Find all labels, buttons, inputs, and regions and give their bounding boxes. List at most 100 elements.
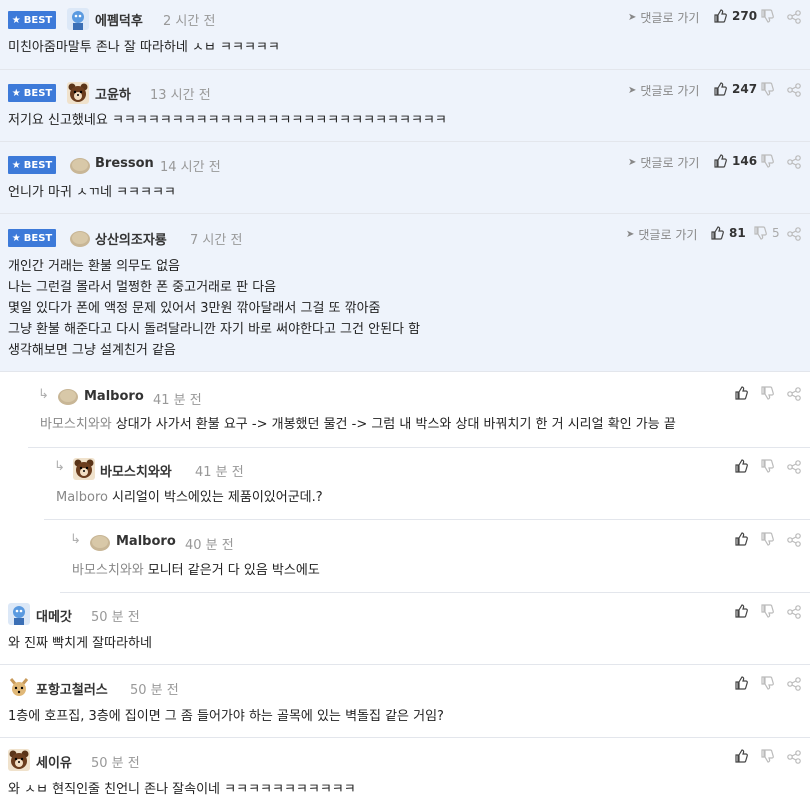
- mention[interactable]: 바모스치와와: [40, 417, 112, 432]
- avatar[interactable]: [8, 676, 30, 698]
- link-icon[interactable]: [787, 677, 801, 691]
- mention[interactable]: Malboro: [56, 490, 108, 505]
- nickname[interactable]: 세이유: [36, 752, 72, 771]
- upvote-button[interactable]: [734, 749, 753, 763]
- avatar[interactable]: [67, 8, 89, 30]
- timestamp: 50 분 전: [91, 610, 140, 625]
- go-to-comment-link[interactable]: ➤ 댓글로 가기: [628, 154, 699, 171]
- thumbs-down-icon: [760, 459, 774, 473]
- navigation-arrow-icon: ➤: [628, 12, 637, 23]
- downvote-button[interactable]: [760, 749, 779, 763]
- comment: 대메갓 50 분 전 와 진짜 빡치게 잘따라하네: [0, 593, 810, 665]
- comment-body: 저기요 신고했네요 ㅋㅋㅋㅋㅋㅋㅋㅋㅋㅋㅋㅋㅋㅋㅋㅋㅋㅋㅋㅋㅋㅋㅋㅋㅋㅋㅋㅋ: [8, 113, 447, 128]
- thumbs-down-icon: [760, 604, 774, 618]
- thumbs-up-icon: [734, 604, 748, 618]
- go-to-comment-link[interactable]: ➤ 댓글로 가기: [628, 9, 699, 26]
- downvote-button[interactable]: [760, 386, 779, 400]
- thumbs-up-icon: [734, 676, 748, 690]
- timestamp: 7 시간 전: [190, 233, 243, 248]
- nickname[interactable]: 상산의조자룡: [95, 229, 167, 248]
- go-to-comment-link[interactable]: ➤ 댓글로 가기: [626, 226, 697, 243]
- thumbs-up-icon: [713, 9, 727, 23]
- downvote-button[interactable]: [760, 9, 779, 23]
- upvote-button[interactable]: [734, 604, 753, 618]
- avatar[interactable]: [8, 749, 30, 771]
- avatar[interactable]: [73, 458, 95, 480]
- upvote-button[interactable]: 146: [713, 154, 757, 168]
- best-badge: ★ BEST: [8, 229, 56, 247]
- nickname[interactable]: 대메갓: [36, 606, 72, 625]
- reply-arrow-icon: ↳: [54, 459, 65, 474]
- comment: 세이유 50 분 전 와 ㅅㅂ 현직인줄 친언니 존나 잘속이네 ㅋㅋㅋㅋㅋㅋㅋ…: [0, 738, 810, 811]
- thumbs-down-icon: [760, 154, 774, 168]
- nickname[interactable]: 포항고철러스: [36, 679, 108, 698]
- timestamp: 40 분 전: [185, 538, 234, 553]
- avatar[interactable]: [89, 531, 111, 553]
- nickname[interactable]: 고윤하: [95, 84, 131, 103]
- avatar[interactable]: [57, 385, 79, 407]
- link-icon[interactable]: [787, 83, 801, 97]
- comment-body: 1층에 호프집, 3층에 집이면 그 좀 들어가야 하는 골목에 있는 벽돌집 …: [8, 709, 444, 724]
- avatar[interactable]: [69, 154, 91, 176]
- reply-arrow-icon: ↳: [38, 387, 49, 402]
- avatar[interactable]: [69, 227, 91, 249]
- nickname[interactable]: 에펨덕후: [95, 10, 143, 29]
- best-comment: ★ BEST Bresson 14 시간 전 ➤ 댓글로 가기 146 언니가 마귀…: [0, 142, 810, 214]
- thumbs-down-icon: [753, 226, 767, 240]
- timestamp: 50 분 전: [91, 756, 140, 771]
- thumbs-up-icon: [713, 82, 727, 96]
- comment-body: 개인간 거래는 환불 의무도 없음 나는 그런걸 몰라서 멀쩡한 폰 중고거래로…: [8, 259, 421, 358]
- navigation-arrow-icon: ➤: [628, 85, 637, 96]
- link-icon[interactable]: [787, 460, 801, 474]
- downvote-button[interactable]: [760, 532, 779, 546]
- upvote-button[interactable]: 247: [713, 82, 757, 96]
- upvote-button[interactable]: [734, 459, 753, 473]
- link-icon[interactable]: [787, 750, 801, 764]
- thumbs-up-icon: [734, 532, 748, 546]
- upvote-button[interactable]: [734, 532, 753, 546]
- downvote-button[interactable]: 5: [753, 226, 780, 240]
- mention[interactable]: 바모스치와와: [72, 563, 144, 578]
- downvote-button[interactable]: [760, 459, 779, 473]
- thumbs-up-icon: [734, 749, 748, 763]
- avatar[interactable]: [67, 82, 89, 104]
- timestamp: 50 분 전: [130, 683, 179, 698]
- best-badge: ★ BEST: [8, 84, 56, 102]
- timestamp: 13 시간 전: [150, 88, 211, 103]
- thumbs-up-icon: [734, 459, 748, 473]
- link-icon[interactable]: [787, 387, 801, 401]
- thumbs-up-icon: [734, 386, 748, 400]
- link-icon[interactable]: [787, 605, 801, 619]
- star-icon: ★: [11, 14, 21, 26]
- thumbs-down-icon: [760, 749, 774, 763]
- thumbs-down-icon: [760, 676, 774, 690]
- reply-comment: ↳ Malboro 40 분 전 바모스치와와 모니터 같은거 다 있음 박스에도: [60, 520, 810, 593]
- upvote-button[interactable]: 81: [710, 226, 746, 240]
- downvote-button[interactable]: [760, 676, 779, 690]
- thumbs-down-icon: [760, 9, 774, 23]
- nickname[interactable]: 바모스치와와: [100, 461, 172, 480]
- nickname[interactable]: Bresson: [95, 156, 154, 171]
- link-icon[interactable]: [787, 10, 801, 24]
- navigation-arrow-icon: ➤: [628, 157, 637, 168]
- upvote-button[interactable]: [734, 386, 753, 400]
- navigation-arrow-icon: ➤: [626, 229, 635, 240]
- nickname[interactable]: Malboro: [84, 389, 144, 404]
- downvote-button[interactable]: [760, 82, 779, 96]
- comment: 포항고철러스 50 분 전 1층에 호프집, 3층에 집이면 그 좀 들어가야 …: [0, 665, 810, 738]
- link-icon[interactable]: [787, 533, 801, 547]
- upvote-button[interactable]: 270: [713, 9, 757, 23]
- go-to-comment-link[interactable]: ➤ 댓글로 가기: [628, 82, 699, 99]
- best-comment: ★ BEST 상산의조자룡 7 시간 전 ➤ 댓글로 가기 81 5 개인간 거래는…: [0, 214, 810, 372]
- thumbs-down-icon: [760, 532, 774, 546]
- link-icon[interactable]: [787, 155, 801, 169]
- downvote-button[interactable]: [760, 604, 779, 618]
- reply-arrow-icon: ↳: [70, 532, 81, 547]
- upvote-button[interactable]: [734, 676, 753, 690]
- link-icon[interactable]: [787, 227, 801, 241]
- nickname[interactable]: Malboro: [116, 534, 176, 549]
- downvote-button[interactable]: [760, 154, 779, 168]
- thumbs-up-icon: [713, 154, 727, 168]
- reply-comment: ↳ Malboro 41 분 전 바모스치와와 상대가 사가서 환불 요구 -> …: [28, 374, 810, 448]
- avatar[interactable]: [8, 603, 30, 625]
